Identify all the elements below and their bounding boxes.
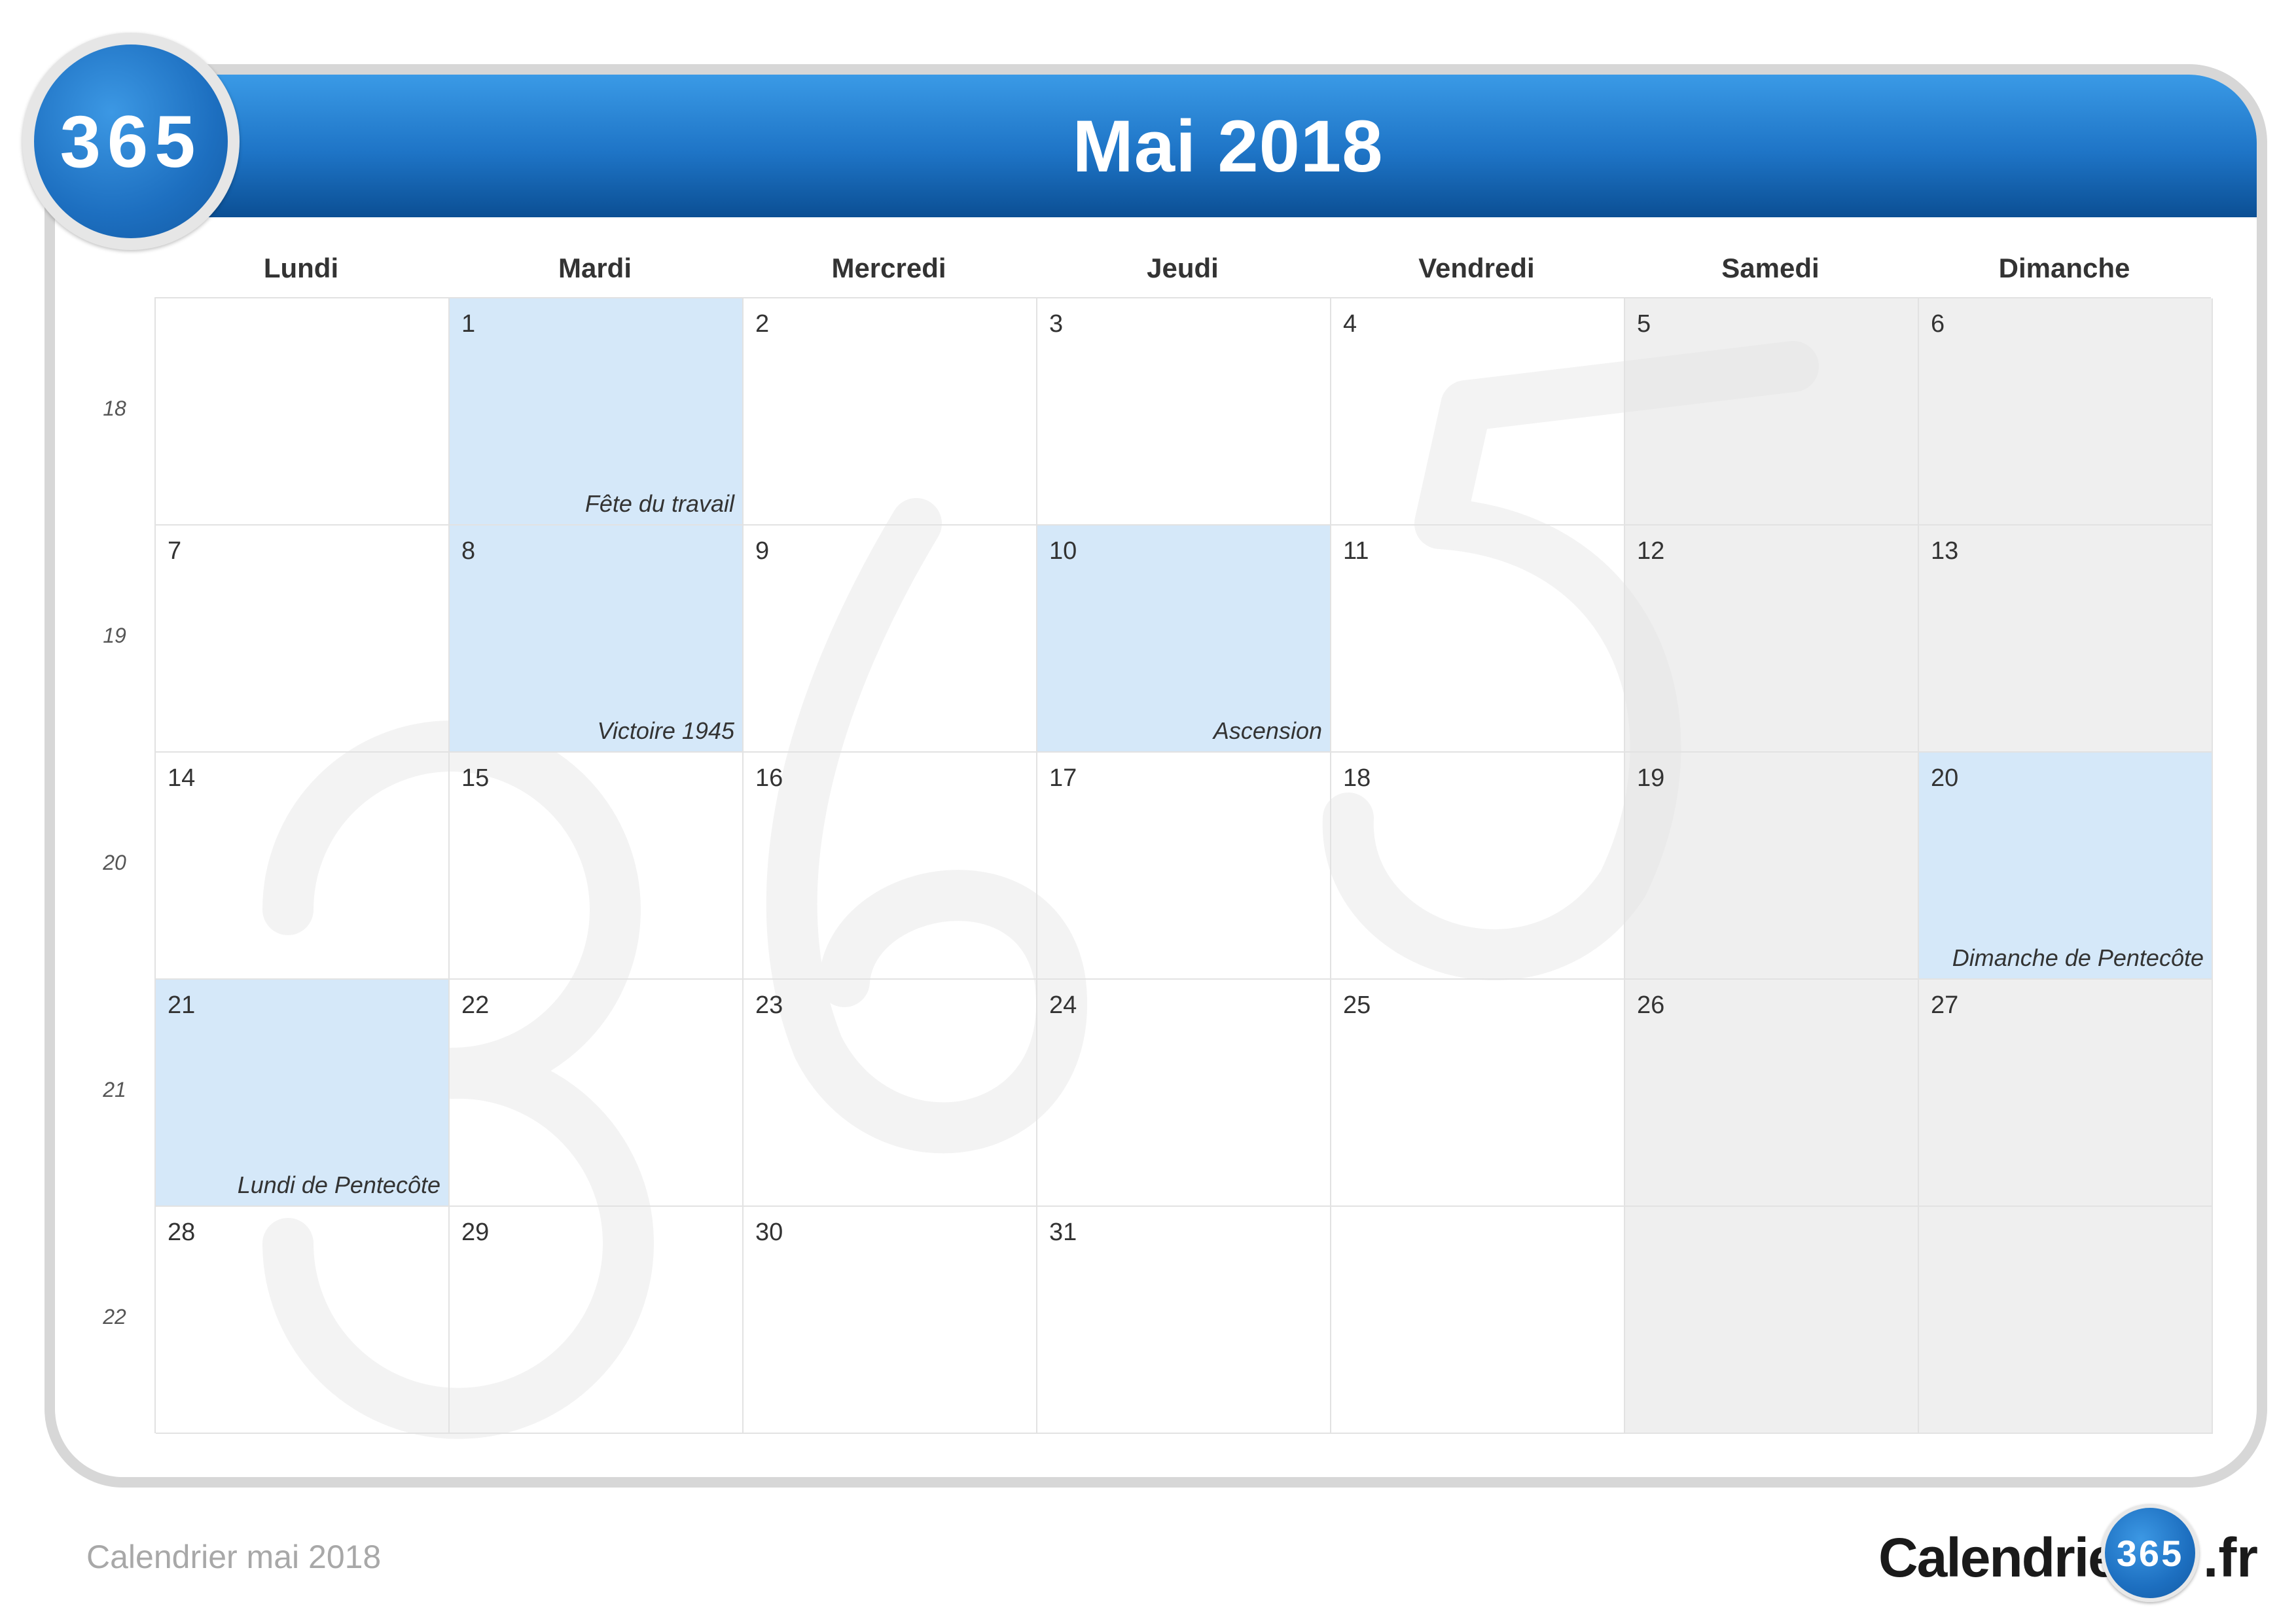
day-number: 23 xyxy=(755,991,783,1019)
day-number: 29 xyxy=(461,1219,490,1246)
week-number: 18 xyxy=(103,397,126,420)
empty-day-cell xyxy=(1331,1207,1625,1434)
holiday-label: Lundi de Pentecôte xyxy=(237,1171,440,1198)
week-number: 20 xyxy=(103,851,126,874)
day-number: 6 xyxy=(1931,310,1945,338)
day-cell[interactable]: 10 Ascension xyxy=(1037,526,1331,753)
day-cell[interactable]: 19 xyxy=(1625,753,1919,980)
week-number: 19 xyxy=(103,624,126,647)
brand-tld: .fr xyxy=(2203,1527,2258,1588)
day-cell[interactable]: 21 Lundi de Pentecôte xyxy=(156,980,450,1207)
day-number: 31 xyxy=(1049,1219,1077,1246)
month-title: Mai 2018 xyxy=(1072,105,1384,187)
day-number: 21 xyxy=(168,991,196,1019)
day-number: 12 xyxy=(1637,537,1665,565)
week-number: 21 xyxy=(103,1078,126,1101)
day-number: 2 xyxy=(755,310,770,338)
weekday-header: Lundi xyxy=(263,253,339,283)
day-cell[interactable]: 18 xyxy=(1331,753,1625,980)
day-number: 26 xyxy=(1637,991,1665,1019)
weekday-header: Mercredi xyxy=(831,253,946,283)
empty-day-cell xyxy=(156,298,450,526)
day-number: 16 xyxy=(755,764,783,792)
day-cell[interactable]: 6 xyxy=(1919,298,2213,526)
day-number: 22 xyxy=(461,991,490,1019)
day-number: 27 xyxy=(1931,991,1959,1019)
day-cell[interactable]: 22 xyxy=(450,980,744,1207)
day-cell[interactable]: 20 Dimanche de Pentecôte xyxy=(1919,753,2213,980)
day-number: 3 xyxy=(1049,310,1064,338)
day-cell[interactable]: 25 xyxy=(1331,980,1625,1207)
day-cell[interactable]: 11 xyxy=(1331,526,1625,753)
day-number: 11 xyxy=(1343,537,1369,565)
empty-day-cell xyxy=(1625,1207,1919,1434)
day-number: 18 xyxy=(1343,764,1371,792)
day-number: 28 xyxy=(168,1219,196,1246)
day-cell[interactable]: 30 xyxy=(744,1207,1037,1434)
footer-caption: Calendrier mai 2018 xyxy=(86,1539,382,1575)
day-number: 17 xyxy=(1049,764,1077,792)
day-cell[interactable]: 2 xyxy=(744,298,1037,526)
brand-logo[interactable]: Calendrier- 365 .fr xyxy=(1878,1504,2258,1602)
holiday-label: Ascension xyxy=(1213,717,1322,744)
week-number: 22 xyxy=(103,1305,126,1329)
day-cell[interactable]: 9 xyxy=(744,526,1037,753)
logo-badge: 365 xyxy=(34,45,228,238)
holiday-label: Fête du travail xyxy=(584,490,734,517)
day-cell[interactable]: 7 xyxy=(156,526,450,753)
day-cell[interactable]: 3 xyxy=(1037,298,1331,526)
weekday-header: Jeudi xyxy=(1147,253,1219,283)
day-number: 14 xyxy=(168,764,196,792)
weekday-header: Mardi xyxy=(558,253,632,283)
day-cell[interactable]: 1 Fête du travail xyxy=(450,298,744,526)
day-cell[interactable]: 4 xyxy=(1331,298,1625,526)
day-number: 20 xyxy=(1931,764,1959,792)
brand-badge: 365 xyxy=(2101,1504,2199,1602)
day-number: 24 xyxy=(1049,991,1077,1019)
day-cell[interactable]: 29 xyxy=(450,1207,744,1434)
day-cell[interactable]: 24 xyxy=(1037,980,1331,1207)
day-cell[interactable]: 16 xyxy=(744,753,1037,980)
day-cell[interactable]: 31 xyxy=(1037,1207,1331,1434)
day-cell[interactable]: 23 xyxy=(744,980,1037,1207)
day-number: 13 xyxy=(1931,537,1959,565)
empty-day-cell xyxy=(1919,1207,2213,1434)
day-number: 4 xyxy=(1343,310,1357,338)
day-number: 19 xyxy=(1637,764,1665,792)
day-number: 7 xyxy=(168,537,182,565)
weekday-header: Samedi xyxy=(1721,253,1820,283)
day-cell[interactable]: 28 xyxy=(156,1207,450,1434)
day-number: 8 xyxy=(461,537,476,565)
day-number: 30 xyxy=(755,1219,783,1246)
weekday-header: Dimanche xyxy=(1998,253,2130,283)
day-number: 1 xyxy=(461,310,476,338)
day-cell[interactable]: 26 xyxy=(1625,980,1919,1207)
day-cell[interactable]: 13 xyxy=(1919,526,2213,753)
day-cell[interactable]: 5 xyxy=(1625,298,1919,526)
day-number: 10 xyxy=(1049,537,1077,565)
day-cell[interactable]: 27 xyxy=(1919,980,2213,1207)
day-cell[interactable]: 14 xyxy=(156,753,450,980)
day-cell[interactable]: 8 Victoire 1945 xyxy=(450,526,744,753)
holiday-label: Victoire 1945 xyxy=(597,717,734,744)
day-number: 9 xyxy=(755,537,770,565)
calendar-grid: 1 Fête du travail 2 3 4 5 6 7 8 Victoire 1945 9 10 A… xyxy=(154,297,2213,1434)
weekday-header: Vendredi xyxy=(1418,253,1535,283)
holiday-label: Dimanche de Pentecôte xyxy=(1952,944,2204,971)
day-cell[interactable]: 12 xyxy=(1625,526,1919,753)
day-number: 5 xyxy=(1637,310,1651,338)
day-number: 25 xyxy=(1343,991,1371,1019)
day-number: 15 xyxy=(461,764,490,792)
day-cell[interactable]: 15 xyxy=(450,753,744,980)
day-cell[interactable]: 17 xyxy=(1037,753,1331,980)
